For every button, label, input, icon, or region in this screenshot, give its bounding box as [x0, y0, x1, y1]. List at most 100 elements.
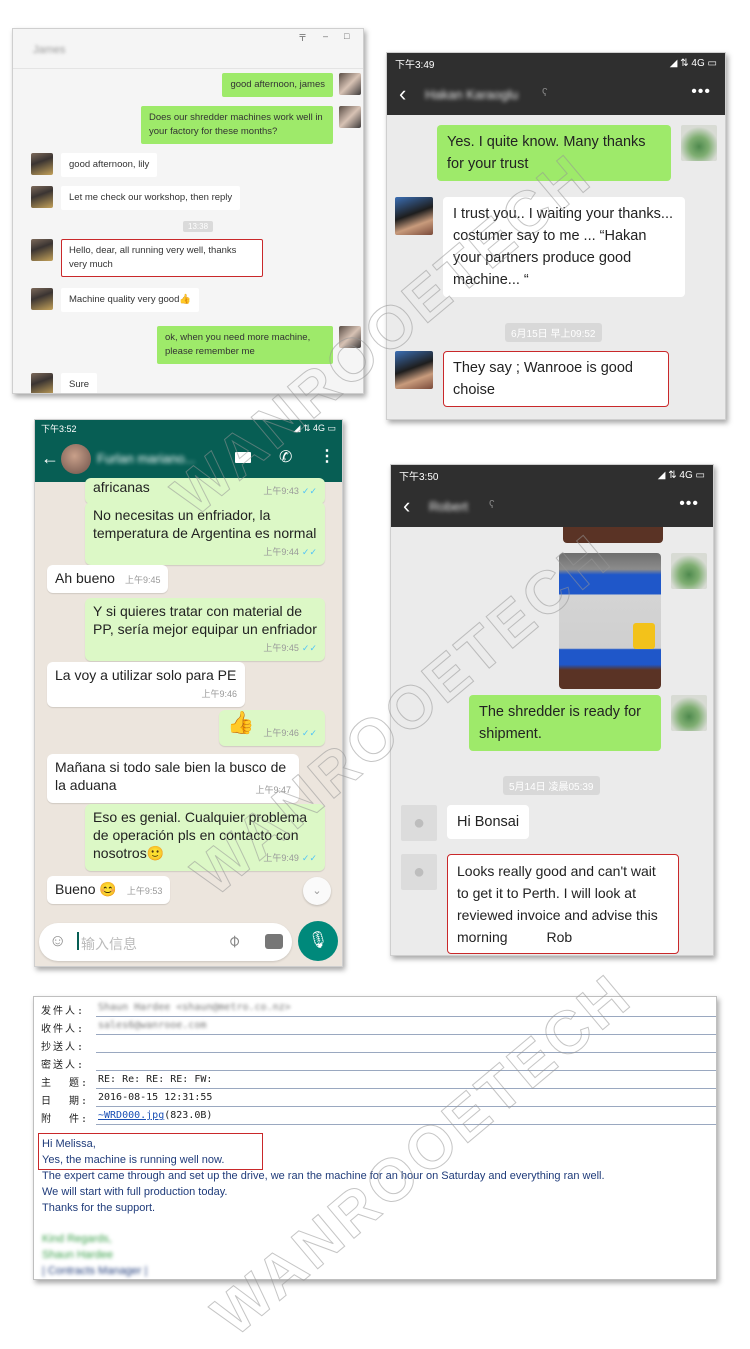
message-bubble: Let me check our workshop, then reply: [61, 186, 241, 210]
chat-header: ← Furlan mariano... ✆ ⋮: [35, 436, 342, 482]
read-receipt-icon: ✓✓: [301, 728, 317, 738]
message-bubble: Does our shredder machines work well in …: [141, 106, 333, 144]
message-in: Ah bueno 上午9:45: [47, 565, 169, 593]
message-out: No necesitas un enfriador, la temperatur…: [85, 502, 325, 565]
attachment-link[interactable]: ~WRD000.jpg: [98, 1110, 164, 1121]
message-bubble: They say ; Wanrooe is good choise: [443, 351, 669, 407]
message-out: 👍 上午9:46 ✓✓: [219, 710, 325, 746]
video-call-icon[interactable]: [235, 452, 251, 463]
earpiece-icon: ʕ: [489, 499, 495, 511]
status-time: 下午3:50: [399, 471, 439, 483]
avatar: [31, 153, 53, 175]
message-input[interactable]: 输入信息: [81, 934, 137, 954]
message-text: La voy a utilizar solo para PE: [55, 667, 237, 683]
message-time: 上午9:47: [255, 785, 291, 795]
whatsapp-chat: 下午3:52 ◢ ⇅ 4G ▭ ← Furlan mariano... ✆ ⋮ …: [34, 419, 343, 967]
message-bubble: Yes. I quite know. Many thanks for your …: [437, 125, 671, 181]
read-receipt-icon: ✓✓: [301, 643, 317, 653]
email-message: 发件人: Shaun Hardee <shaun@metro.co.nz> 收件人…: [33, 996, 717, 1280]
message-in-highlighted: They say ; Wanrooe is good choise: [395, 351, 669, 407]
message-in: Let me check our workshop, then reply: [31, 186, 241, 210]
maximize-icon[interactable]: □: [344, 31, 349, 41]
timestamp: 13:38: [183, 221, 214, 232]
email-body-line: Yes, the machine is running well now.: [42, 1154, 225, 1166]
mobile-chat-hakan: 下午3:49 ◢ ⇅ 4G ▭ ‹ Hakan Karaoglu ʕ ••• Y…: [386, 52, 726, 420]
message-out: ok, when you need more machine, please r…: [157, 326, 361, 364]
message-time: 上午9:43: [263, 486, 299, 496]
message-time: 上午9:44: [263, 547, 299, 557]
microphone-icon[interactable]: 🎙: [298, 921, 338, 961]
message-out: Eso es genial. Cualquier problema de ope…: [85, 804, 325, 871]
previous-image-thumbnail[interactable]: [563, 527, 663, 543]
message-in: Sure: [31, 373, 98, 393]
signal-battery-icons: ◢ ⇅ 4G ▭: [669, 57, 717, 69]
avatar: [31, 373, 53, 393]
email-body-line: The expert came through and set up the d…: [42, 1170, 605, 1182]
avatar: [671, 695, 707, 731]
chat-header: ‹ Robert ʕ •••: [391, 485, 713, 527]
message-out-image: [559, 553, 707, 689]
email-header-date: 日 期: 2016-08-15 12:31:55: [34, 1089, 716, 1107]
avatar: [339, 106, 361, 128]
email-header-cc: 抄送人:: [34, 1035, 716, 1053]
avatar: [31, 288, 53, 310]
message-in: good afternoon, lily: [31, 153, 158, 177]
message-bubble: Looks really good and can't wait to get …: [447, 854, 679, 954]
message-in: I trust you.. I waiting your thanks... c…: [395, 197, 685, 297]
scroll-down-icon[interactable]: ⌄: [303, 877, 331, 905]
emoji-icon[interactable]: ☺: [49, 931, 66, 951]
read-receipt-icon: ✓✓: [301, 486, 317, 496]
message-out: Y si quieres tratar con material de PP, …: [85, 598, 325, 661]
avatar: [31, 239, 53, 261]
email-body-line: We will start with full production today…: [42, 1186, 228, 1198]
earpiece-icon: ʕ: [542, 87, 548, 99]
email-body-line: Hi Melissa,: [42, 1138, 96, 1150]
message-out: Yes. I quite know. Many thanks for your …: [437, 125, 717, 181]
message-in: ● Hi Bonsai: [401, 805, 530, 841]
message-input-bar[interactable]: ☺ 输入信息 ⌀: [39, 923, 292, 961]
avatar: [31, 186, 53, 208]
message-in-highlighted: ● Looks really good and can't wait to ge…: [401, 854, 679, 954]
pin-icon[interactable]: 〒: [298, 31, 307, 44]
message-text: Y si quieres tratar con material de PP, …: [93, 603, 317, 637]
text-cursor: [77, 932, 79, 950]
more-options-icon[interactable]: •••: [679, 495, 699, 513]
email-header-subject: 主 题: RE: Re: RE: RE: FW:: [34, 1071, 716, 1089]
read-receipt-icon: ✓✓: [301, 547, 317, 557]
avatar: [395, 197, 433, 235]
status-time: 下午3:52: [41, 423, 77, 434]
email-header-from: 发件人: Shaun Hardee <shaun@metro.co.nz>: [34, 999, 716, 1017]
more-options-icon[interactable]: •••: [691, 83, 711, 101]
message-out: good afternoon, james: [222, 73, 361, 97]
message-out: The shredder is ready for shipment.: [469, 695, 707, 751]
attach-icon[interactable]: ⌀: [223, 930, 244, 951]
message-bubble: The shredder is ready for shipment.: [469, 695, 661, 751]
shredder-machine-image[interactable]: [559, 553, 661, 689]
contact-avatar[interactable]: [61, 444, 91, 474]
back-icon[interactable]: ‹: [403, 493, 410, 519]
message-time: 上午9:45: [263, 643, 299, 653]
timestamp: 5月14日 凌晨05:39: [503, 776, 600, 795]
contact-name[interactable]: Furlan mariano...: [97, 451, 195, 466]
mobile-chat-robert: 下午3:50 ◢ ⇅ 4G ▭ ‹ Robert ʕ ••• The shred…: [390, 464, 714, 956]
back-icon[interactable]: ‹: [399, 81, 406, 107]
minimize-icon[interactable]: –: [323, 31, 328, 41]
menu-icon[interactable]: ⋮: [319, 446, 335, 466]
machine-motor: [633, 623, 655, 649]
phone-call-icon[interactable]: ✆: [279, 447, 292, 467]
email-header-bcc: 密送人:: [34, 1053, 716, 1071]
message-bubble: I trust you.. I waiting your thanks... c…: [443, 197, 685, 297]
message-bubble: ok, when you need more machine, please r…: [157, 326, 333, 364]
message-in: Bueno 😊 上午9:53: [47, 876, 171, 904]
default-avatar-icon: ●: [401, 854, 437, 890]
back-arrow-icon[interactable]: ←: [41, 448, 59, 469]
read-receipt-icon: ✓✓: [301, 853, 317, 863]
thumbs-up-emoji: 👍: [227, 710, 255, 735]
signal-battery-icons: ◢ ⇅ 4G ▭: [293, 422, 336, 433]
camera-icon[interactable]: [265, 934, 283, 949]
email-header-attachment: 附 件: ~WRD000.jpg(823.0B): [34, 1107, 716, 1125]
signature-line: Shaun Hardee: [42, 1249, 113, 1261]
message-text: Bueno 😊: [55, 881, 117, 897]
message-time: 上午9:49: [263, 853, 299, 863]
signature-line: Kind Regards,: [42, 1233, 112, 1245]
